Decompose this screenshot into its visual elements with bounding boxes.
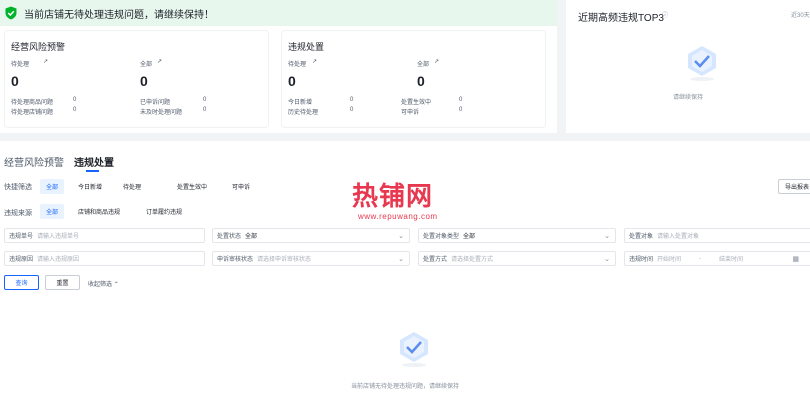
row-value[interactable]: 0 xyxy=(459,107,462,113)
link-icon[interactable]: ↗ xyxy=(434,58,439,65)
field-label: 处置对象 xyxy=(629,234,654,240)
active-tab-indicator xyxy=(86,170,99,172)
link-icon[interactable]: ↗ xyxy=(43,58,48,65)
field-label: 处置状态 xyxy=(217,234,242,240)
all-count[interactable]: 0 xyxy=(417,73,425,89)
chevron-down-icon: ⌄ xyxy=(604,233,610,240)
risk-warning-card: 经营风险预警 待处理 ↗ 0 全部 ↗ 0 待处理商品问题 0 待处理店铺问题 … xyxy=(4,30,269,128)
top3-empty-text: 请继续保持 xyxy=(672,95,703,101)
all-label: 全部 xyxy=(417,62,430,68)
selected-value: 全部 xyxy=(245,234,258,240)
reason-input[interactable]: 请输入违规原因 xyxy=(37,254,79,263)
watermark-text: 热铺网 xyxy=(352,182,434,212)
reason-field[interactable]: 违规原因 请输入违规原因 xyxy=(4,251,205,266)
quick-filter-effective[interactable]: 处置生效中 xyxy=(171,179,214,194)
banner-text: 当前店铺无待处理违规问题，请继续保持！ xyxy=(24,9,214,21)
violation-source-label: 违规来源 xyxy=(4,210,32,217)
row-value[interactable]: 0 xyxy=(203,97,206,103)
source-filter-order[interactable]: 订单履约违规 xyxy=(140,204,189,219)
method-select[interactable]: 处置方式 请选择处置方式 ⌄ xyxy=(418,251,616,266)
query-button[interactable]: 查询 xyxy=(4,275,39,290)
row-label: 待处理店铺问题 xyxy=(11,110,54,116)
row-label: 今日新增 xyxy=(288,100,313,106)
empty-check-icon xyxy=(688,46,716,81)
calendar-icon: ▦ xyxy=(792,256,799,263)
card-title: 违规处置 xyxy=(288,42,325,52)
field-label: 违规时间 xyxy=(629,257,654,263)
overview-panel: 当前店铺无待处理违规问题，请继续保持！ 经营风险预警 待处理 ↗ 0 全部 ↗ … xyxy=(0,0,557,133)
all-label: 全部 xyxy=(140,62,153,68)
status-banner: 当前店铺无待处理违规问题，请继续保持！ xyxy=(0,0,557,26)
row-value[interactable]: 0 xyxy=(73,107,76,113)
reset-button[interactable]: 重置 xyxy=(45,275,80,290)
row-label: 历史待处理 xyxy=(288,110,319,116)
start-time-input[interactable]: 开始时间 xyxy=(657,254,681,263)
row-value[interactable]: 0 xyxy=(73,97,76,103)
card-title: 经营风险预警 xyxy=(11,42,66,52)
row-value[interactable]: 0 xyxy=(459,97,462,103)
selected-value: 全部 xyxy=(463,234,476,240)
watermark-url: www.repuwang.com xyxy=(358,212,438,221)
shield-check-icon xyxy=(5,6,17,20)
source-filter-shop[interactable]: 店铺和商品违规 xyxy=(72,204,127,219)
appeal-status-select[interactable]: 申诉审核状态 请选择申诉审核状态 ⌄ xyxy=(212,251,410,266)
chevron-down-icon: ⌄ xyxy=(398,256,404,263)
quick-filter-appealable[interactable]: 可申诉 xyxy=(226,179,257,194)
chevron-down-icon: ⌄ xyxy=(604,256,610,263)
quick-filter-all[interactable]: 全部 xyxy=(40,179,65,194)
select-placeholder: 请选择处置方式 xyxy=(451,257,494,263)
row-value[interactable]: 0 xyxy=(350,107,353,113)
violation-card: 违规处置 待处理 ↗ 0 全部 ↗ 0 今日新增 0 历史待处理 0 处置生效中… xyxy=(281,30,546,128)
top3-title: 近期高频违规TOP3 xyxy=(578,13,664,24)
row-label: 未及时处理问题 xyxy=(140,110,183,116)
field-label: 处置方式 xyxy=(423,257,448,263)
end-time-input[interactable]: 结束时间 xyxy=(719,254,743,263)
field-label: 申诉审核状态 xyxy=(217,257,254,263)
pending-label: 待处理 xyxy=(288,62,307,68)
violation-no-field[interactable]: 违规单号 请输入违规单号 xyxy=(4,228,205,243)
collapse-label: 收起筛选 xyxy=(88,282,113,288)
export-button[interactable]: 导出报表 xyxy=(778,179,810,194)
empty-state-text: 当前店铺无待处理违规问题，请继续保持 xyxy=(350,384,459,390)
row-label: 待处理商品问题 xyxy=(11,100,54,106)
info-icon[interactable]: ⓘ xyxy=(662,10,668,19)
top3-range[interactable]: 近30天 xyxy=(791,10,810,19)
source-filter-all[interactable]: 全部 xyxy=(40,204,65,219)
row-value[interactable]: 0 xyxy=(203,107,206,113)
empty-check-icon xyxy=(400,332,428,367)
field-label: 违规单号 xyxy=(9,234,34,240)
tab-violation[interactable]: 违规处置 xyxy=(74,154,114,169)
quick-filter-label: 快捷筛选 xyxy=(4,184,32,191)
violation-no-input[interactable]: 请输入违规单号 xyxy=(37,231,79,240)
collapse-filters-link[interactable]: 收起筛选 ⌃ xyxy=(88,279,119,288)
all-count[interactable]: 0 xyxy=(140,73,148,89)
quick-filter-pending[interactable]: 待处理 xyxy=(117,179,148,194)
chevron-up-icon: ⌃ xyxy=(113,282,119,288)
watermark: 热铺网 www.repuwang.com xyxy=(352,176,492,232)
chevron-down-icon: ⌄ xyxy=(398,233,404,240)
select-placeholder: 请选择申诉审核状态 xyxy=(257,257,312,263)
link-icon[interactable]: ↗ xyxy=(312,58,317,65)
range-separator: - xyxy=(699,255,702,262)
tab-risk-warning[interactable]: 经营风险预警 xyxy=(4,154,64,169)
field-label: 违规原因 xyxy=(9,257,34,263)
time-range-picker[interactable]: 违规时间 开始时间 - 结束时间 ▦ xyxy=(624,251,810,266)
object-field[interactable]: 处置对象 请输入处置对象 xyxy=(624,228,810,243)
row-label: 可申诉 xyxy=(401,110,420,116)
row-value[interactable]: 0 xyxy=(350,97,353,103)
pending-count[interactable]: 0 xyxy=(11,73,19,89)
pending-label: 待处理 xyxy=(11,62,30,68)
pending-count[interactable]: 0 xyxy=(288,73,296,89)
link-icon[interactable]: ↗ xyxy=(157,58,162,65)
row-label: 已申诉问题 xyxy=(140,100,171,106)
row-label: 处置生效中 xyxy=(401,100,432,106)
field-label: 处置对象类型 xyxy=(423,234,460,240)
object-input[interactable]: 请输入处置对象 xyxy=(657,231,699,240)
quick-filter-today[interactable]: 今日新增 xyxy=(72,179,109,194)
